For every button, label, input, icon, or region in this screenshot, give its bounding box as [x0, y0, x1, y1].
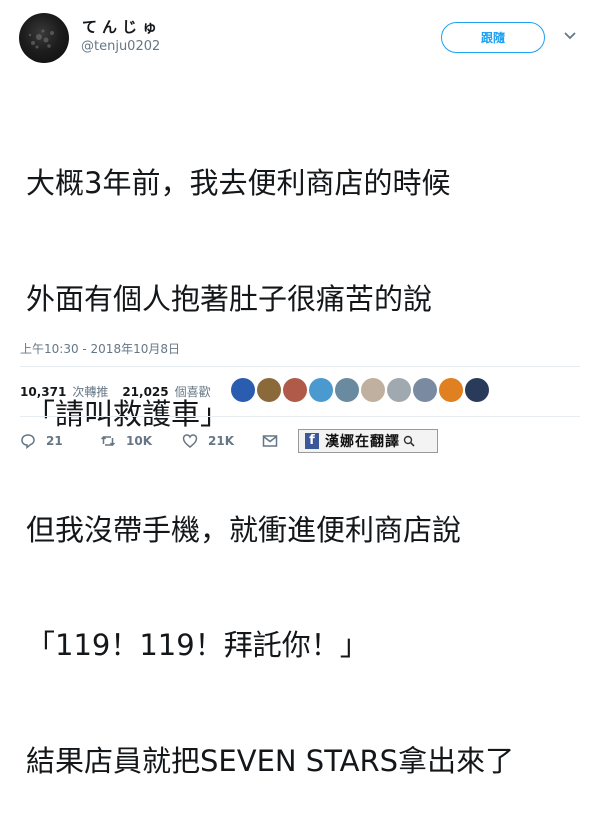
divider: [20, 366, 580, 367]
like-button[interactable]: 21K: [182, 431, 234, 451]
tweet-text: 大概3年前，我去便利商店的時候 外面有個人抱著肚子很痛苦的說 「請叫救護車」 但…: [26, 87, 514, 819]
liker-avatar[interactable]: [257, 378, 281, 402]
liker-avatar[interactable]: [309, 378, 333, 402]
liker-avatar[interactable]: [387, 378, 411, 402]
retweet-button[interactable]: 10K: [100, 431, 152, 451]
tweet-line: 大概3年前，我去便利商店的時候: [26, 166, 451, 200]
liker-avatars: [231, 378, 491, 402]
author-handle[interactable]: @tenju0202: [81, 39, 160, 54]
reply-button[interactable]: 21: [20, 431, 63, 451]
like-label[interactable]: 個喜歡: [175, 383, 211, 400]
follow-button[interactable]: 跟隨: [441, 22, 545, 53]
liker-avatar[interactable]: [335, 378, 359, 402]
engagement-stats: 10,371 次轉推 21,025 個喜歡: [20, 383, 225, 400]
retweet-icon: [100, 435, 116, 447]
liker-avatar[interactable]: [465, 378, 489, 402]
like-count[interactable]: 21,025: [122, 385, 168, 399]
retweet-count[interactable]: 10,371: [20, 385, 66, 399]
liker-avatar[interactable]: [413, 378, 437, 402]
reply-count: 21: [46, 434, 63, 448]
avatar[interactable]: [19, 13, 69, 63]
watermark: f 漢娜在翻譯: [298, 429, 438, 453]
like-count-action: 21K: [208, 434, 234, 448]
liker-avatar[interactable]: [231, 378, 255, 402]
facebook-icon: f: [305, 433, 319, 449]
watermark-text: 漢娜在翻譯: [325, 434, 400, 450]
envelope-icon: [262, 435, 278, 447]
divider: [20, 416, 580, 417]
direct-message-button[interactable]: [262, 431, 278, 451]
retweet-label[interactable]: 次轉推: [72, 383, 108, 400]
tweet-line: 「119！119！拜託你！」: [26, 628, 369, 662]
heart-icon: [182, 434, 198, 448]
chevron-down-icon[interactable]: [563, 30, 577, 42]
tweet-timestamp[interactable]: 上午10:30 - 2018年10月8日: [20, 340, 180, 357]
retweet-count: 10K: [126, 434, 152, 448]
author-display-name[interactable]: てんじゅ: [82, 16, 162, 37]
search-icon: [403, 435, 415, 447]
liker-avatar[interactable]: [439, 378, 463, 402]
tweet-line: 結果店員就把SEVEN STARS拿出來了: [26, 743, 515, 778]
liker-avatar[interactable]: [283, 378, 307, 402]
tweet-line: 但我沒帶手機，就衝進便利商店說: [26, 512, 462, 547]
reply-icon: [21, 434, 35, 449]
tweet-line: 外面有個人抱著肚子很痛苦的說: [26, 281, 433, 316]
liker-avatar[interactable]: [361, 378, 385, 402]
